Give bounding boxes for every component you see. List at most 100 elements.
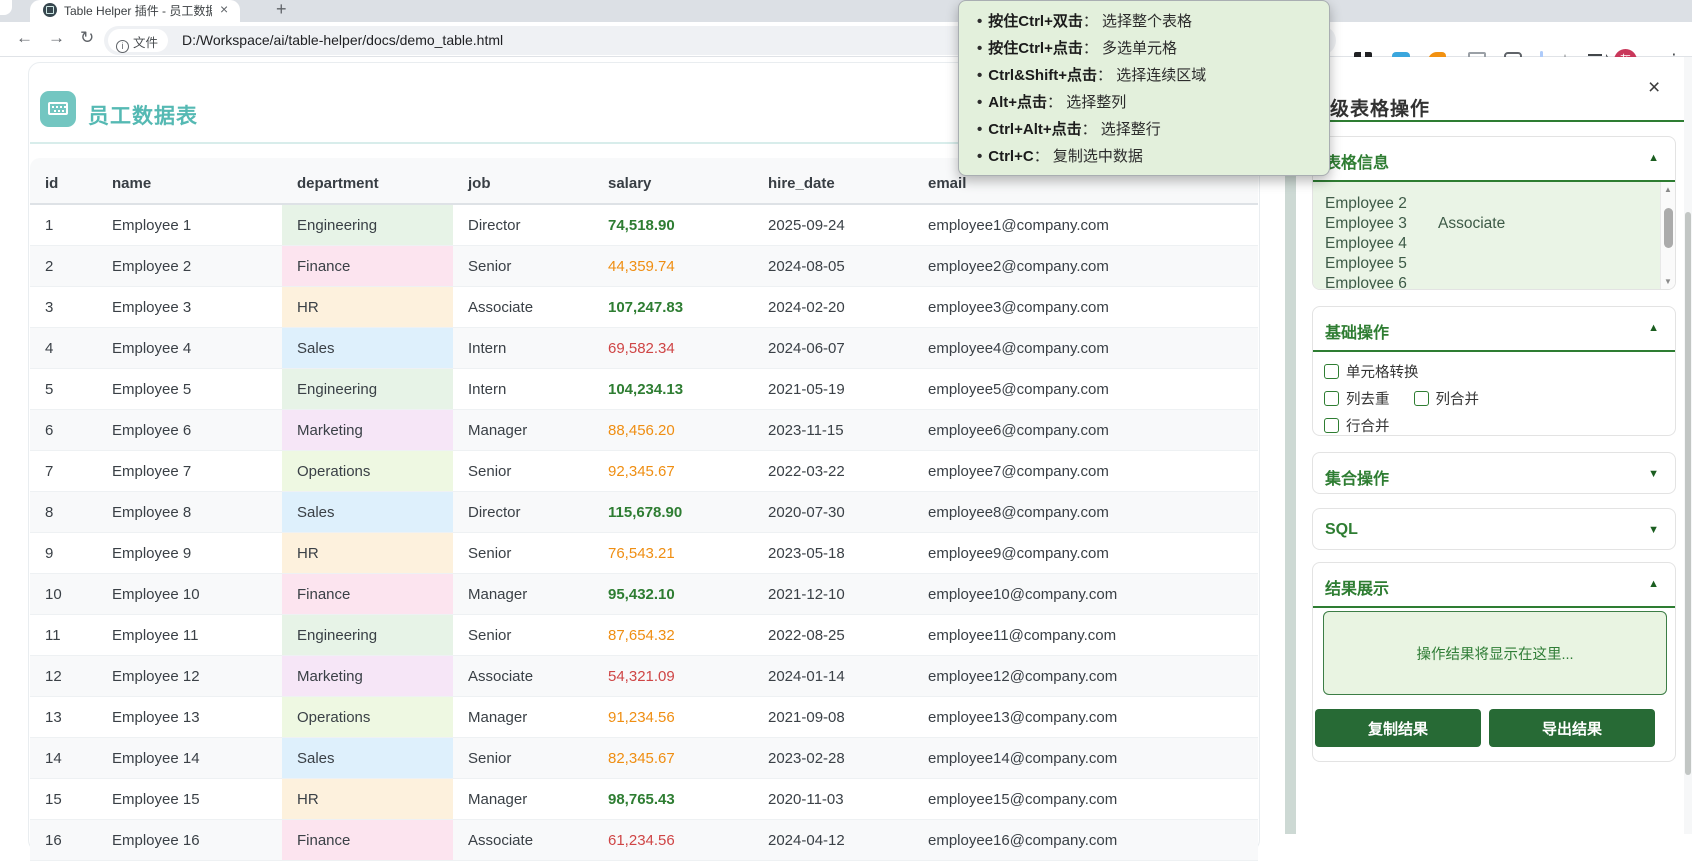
section-header-sql[interactable]: SQL ▼ [1313,509,1675,549]
cell-name[interactable]: Employee 1 [97,205,282,245]
cell-id[interactable]: 8 [30,492,97,532]
cell-salary[interactable]: 92,345.67 [593,451,753,491]
cell-name[interactable]: Employee 12 [97,656,282,696]
cell-job[interactable]: Senior [453,533,593,573]
cell-name[interactable]: Employee 4 [97,328,282,368]
cell-salary[interactable]: 87,654.32 [593,615,753,655]
forward-icon[interactable]: → [48,28,65,48]
cell-department[interactable]: Operations [282,451,453,491]
cell-salary[interactable]: 91,234.56 [593,697,753,737]
chevron-up-icon[interactable]: ▲ [1648,578,1659,590]
cell-department[interactable]: Sales [282,738,453,778]
cell-department[interactable]: Engineering [282,615,453,655]
cell-hire-date[interactable]: 2021-05-19 [753,369,913,409]
cell-job[interactable]: Associate [453,287,593,327]
cell-salary[interactable]: 74,518.90 [593,205,753,245]
cell-salary[interactable]: 82,345.67 [593,738,753,778]
option-行合并[interactable]: 行合并 [1324,415,1390,436]
cell-department[interactable]: Sales [282,492,453,532]
cell-job[interactable]: Senior [453,451,593,491]
cell-name[interactable]: Employee 10 [97,574,282,614]
cell-id[interactable]: 6 [30,410,97,450]
cell-email[interactable]: employee15@company.com [913,779,1258,819]
cell-department[interactable]: HR [282,287,453,327]
checkbox-icon[interactable] [1324,418,1339,433]
page-scrollbar[interactable] [1684,57,1692,834]
cell-hire-date[interactable]: 2024-02-20 [753,287,913,327]
cell-department[interactable]: Finance [282,246,453,286]
cell-hire-date[interactable]: 2025-09-24 [753,205,913,245]
cell-email[interactable]: employee6@company.com [913,410,1258,450]
page-scrollbar-thumb[interactable] [1685,212,1691,775]
tab-close-icon[interactable]: × [220,1,228,17]
cell-hire-date[interactable]: 2023-05-18 [753,533,913,573]
cell-id[interactable]: 7 [30,451,97,491]
cell-id[interactable]: 12 [30,656,97,696]
copy-result-button[interactable]: 复制结果 [1315,709,1481,747]
cell-name[interactable]: Employee 8 [97,492,282,532]
cell-department[interactable]: Finance [282,574,453,614]
cell-job[interactable]: Associate [453,656,593,696]
chevron-up-icon[interactable]: ▲ [1648,152,1659,164]
list-scrollbar[interactable]: ▲ ▼ [1660,182,1675,289]
cell-email[interactable]: employee7@company.com [913,451,1258,491]
cell-id[interactable]: 5 [30,369,97,409]
cell-hire-date[interactable]: 2020-07-30 [753,492,913,532]
back-icon[interactable]: ← [16,28,33,48]
cell-department[interactable]: HR [282,779,453,819]
cell-hire-date[interactable]: 2024-06-07 [753,328,913,368]
section-header-set-ops[interactable]: 集合操作 ▼ [1313,453,1675,493]
new-tab-icon[interactable]: + [276,0,287,20]
cell-name[interactable]: Employee 15 [97,779,282,819]
cell-salary[interactable]: 115,678.90 [593,492,753,532]
checkbox-icon[interactable] [1414,391,1429,406]
cell-job[interactable]: Manager [453,574,593,614]
export-result-button[interactable]: 导出结果 [1489,709,1655,747]
scrollbar-thumb[interactable] [1664,208,1673,248]
cell-id[interactable]: 2 [30,246,97,286]
cell-email[interactable]: employee13@company.com [913,697,1258,737]
cell-name[interactable]: Employee 13 [97,697,282,737]
cell-salary[interactable]: 76,543.21 [593,533,753,573]
cell-department[interactable]: Engineering [282,369,453,409]
cell-job[interactable]: Senior [453,246,593,286]
cell-job[interactable]: Associate [453,820,593,860]
chevron-down-icon[interactable]: ▼ [1648,468,1659,480]
scroll-down-icon[interactable]: ▼ [1664,277,1672,286]
cell-job[interactable]: Director [453,205,593,245]
cell-id[interactable]: 3 [30,287,97,327]
cell-hire-date[interactable]: 2021-09-08 [753,697,913,737]
browser-tab[interactable]: Table Helper 插件 - 员工数据表 × [30,0,240,22]
scroll-up-icon[interactable]: ▲ [1664,185,1672,194]
cell-salary[interactable]: 107,247.83 [593,287,753,327]
cell-id[interactable]: 9 [30,533,97,573]
cell-id[interactable]: 4 [30,328,97,368]
cell-email[interactable]: employee12@company.com [913,656,1258,696]
cell-email[interactable]: employee10@company.com [913,574,1258,614]
chevron-down-icon[interactable]: ▼ [1648,524,1659,536]
cell-id[interactable]: 13 [30,697,97,737]
cell-email[interactable]: employee4@company.com [913,328,1258,368]
cell-salary[interactable]: 61,234.56 [593,820,753,860]
cell-name[interactable]: Employee 5 [97,369,282,409]
cell-email[interactable]: employee11@company.com [913,615,1258,655]
cell-job[interactable]: Manager [453,779,593,819]
cell-email[interactable]: employee2@company.com [913,246,1258,286]
cell-name[interactable]: Employee 9 [97,533,282,573]
cell-name[interactable]: Employee 3 [97,287,282,327]
cell-name[interactable]: Employee 6 [97,410,282,450]
cell-hire-date[interactable]: 2022-03-22 [753,451,913,491]
option-单元格转换[interactable]: 单元格转换 [1324,361,1419,382]
cell-job[interactable]: Intern [453,369,593,409]
cell-id[interactable]: 15 [30,779,97,819]
cell-id[interactable]: 14 [30,738,97,778]
option-列合并[interactable]: 列合并 [1414,388,1480,409]
checkbox-icon[interactable] [1324,391,1339,406]
cell-job[interactable]: Senior [453,738,593,778]
reload-icon[interactable]: ↻ [80,28,94,48]
cell-salary[interactable]: 98,765.43 [593,779,753,819]
cell-job[interactable]: Intern [453,328,593,368]
cell-email[interactable]: employee3@company.com [913,287,1258,327]
cell-job[interactable]: Director [453,492,593,532]
cell-hire-date[interactable]: 2022-08-25 [753,615,913,655]
